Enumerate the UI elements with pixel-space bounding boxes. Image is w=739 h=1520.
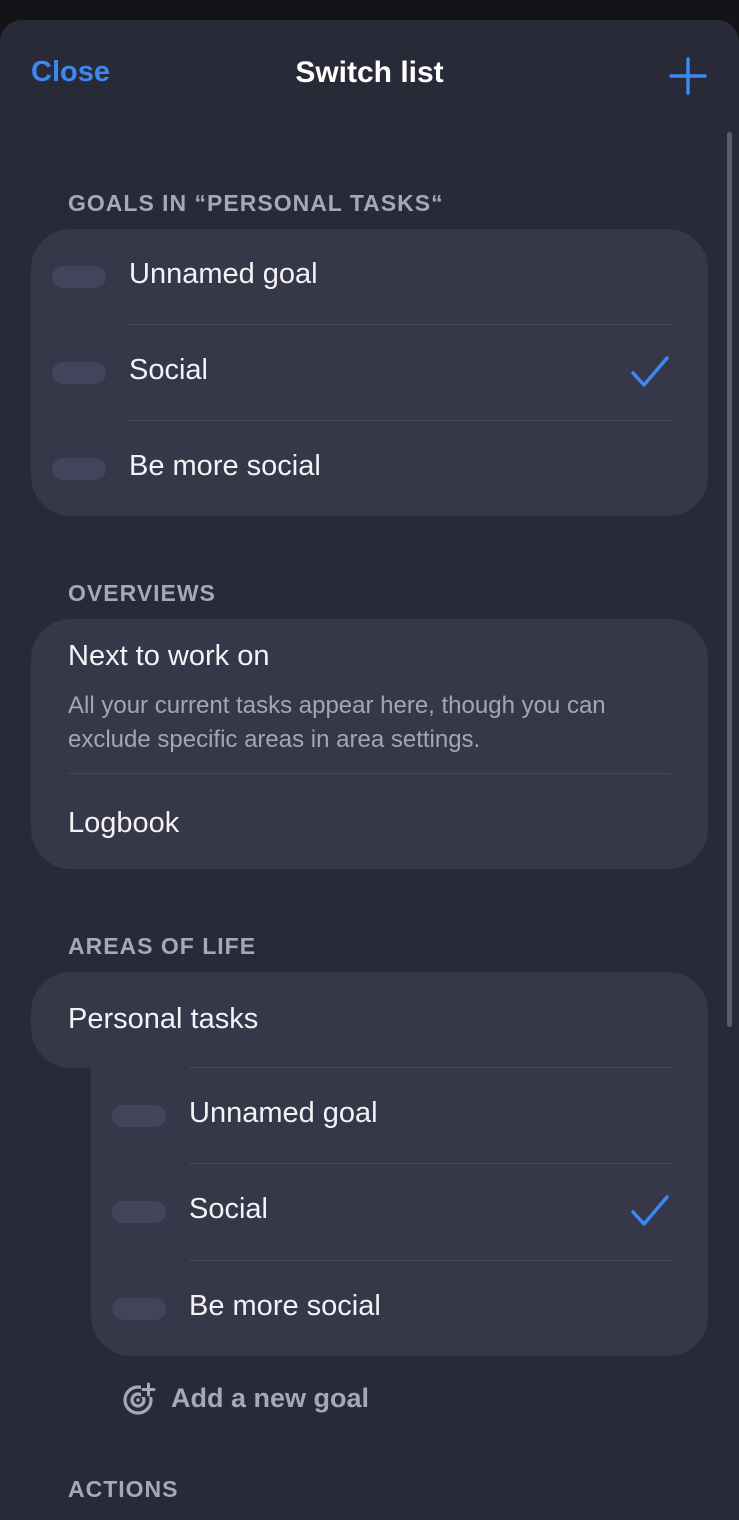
overviews-section-header: OVERVIEWS (68, 580, 216, 606)
goals-section-header: GOALS IN “PERSONAL TASKS“ (68, 190, 444, 216)
nav-bar: Close Switch list (0, 20, 739, 130)
goal-label: Social (189, 1193, 268, 1225)
goal-color-pill (52, 266, 106, 288)
goal-label: Unnamed goal (129, 258, 318, 290)
actions-section-header: ACTIONS (68, 1476, 179, 1502)
add-goal-label: Add a new goal (171, 1383, 370, 1413)
area-goal-row-social[interactable]: Social (91, 1164, 708, 1260)
overview-label: Next to work on (68, 640, 270, 672)
plus-icon (669, 57, 707, 95)
scrollbar[interactable] (727, 132, 732, 1027)
area-row-personal-tasks[interactable]: Personal tasks (31, 972, 708, 1068)
goal-color-pill (112, 1298, 166, 1320)
target-add-icon (123, 1382, 156, 1415)
area-goal-row-be-more-social[interactable]: Be more social (91, 1261, 708, 1357)
overview-row-next-to-work-on[interactable]: Next to work on All your current tasks a… (31, 619, 708, 773)
overviews-card: Next to work on All your current tasks a… (31, 619, 708, 869)
overview-row-logbook[interactable]: Logbook (31, 774, 708, 869)
goal-color-pill (112, 1105, 166, 1127)
add-button[interactable] (668, 56, 708, 96)
goal-row-be-more-social[interactable]: Be more social (31, 421, 708, 517)
area-label: Personal tasks (68, 1003, 259, 1035)
goal-color-pill (52, 362, 106, 384)
goal-row-social[interactable]: Social (31, 325, 708, 421)
switch-list-sheet: Close Switch list GOALS IN “PERSONAL TAS… (0, 20, 739, 1520)
goal-row-unnamed[interactable]: Unnamed goal (31, 229, 708, 325)
area-goal-row-unnamed[interactable]: Unnamed goal (91, 1068, 708, 1164)
area-goals-card: Unnamed goal Social Be more social (91, 1067, 708, 1356)
overview-label: Logbook (68, 807, 180, 839)
goal-color-pill (52, 458, 106, 480)
goal-label: Unnamed goal (189, 1097, 378, 1129)
checkmark-icon (631, 1195, 669, 1226)
goal-color-pill (112, 1201, 166, 1223)
goals-card: Unnamed goal Social Be more social (31, 229, 708, 516)
goal-label: Social (129, 354, 208, 386)
overview-description: All your current tasks appear here, thou… (68, 692, 606, 753)
areas-section-header: AREAS OF LIFE (68, 933, 257, 959)
checkmark-icon (631, 356, 669, 387)
goal-label: Be more social (189, 1290, 381, 1322)
goal-label: Be more social (129, 450, 321, 482)
page-title: Switch list (295, 56, 444, 89)
